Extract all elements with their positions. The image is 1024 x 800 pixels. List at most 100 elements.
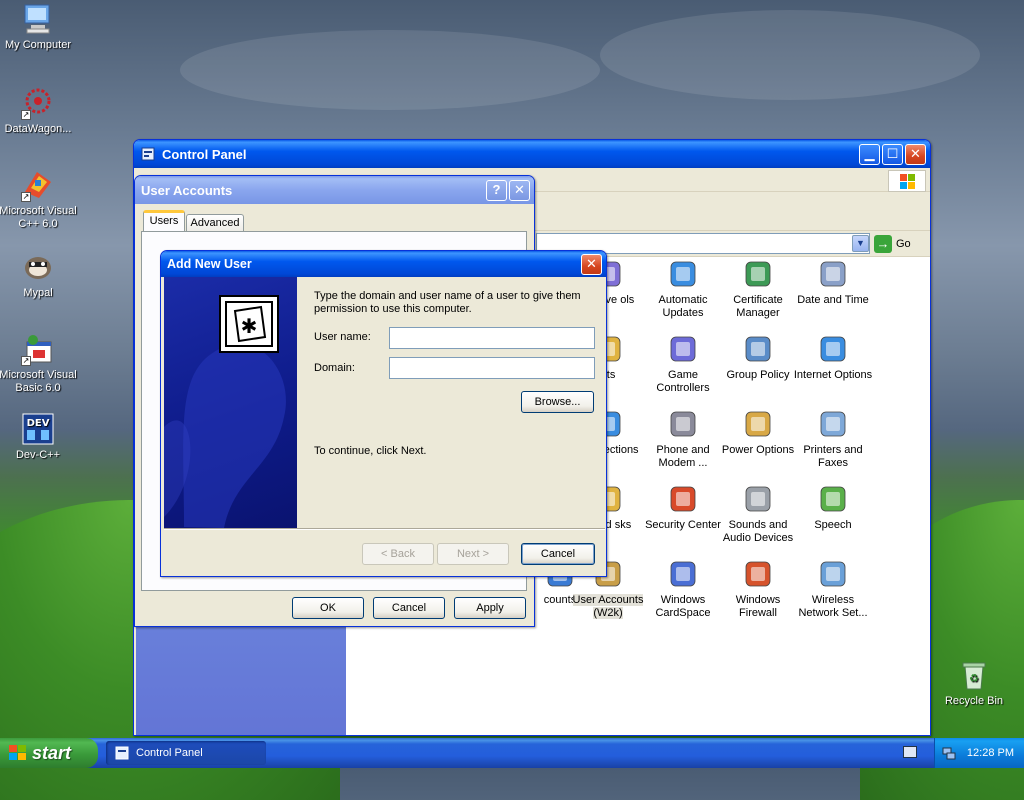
ok-button[interactable]: OK	[292, 597, 364, 619]
visual-basic-icon: ↗	[21, 332, 55, 366]
taskbar-item-control-panel[interactable]: Control Panel	[106, 741, 266, 765]
certificate-manager-icon	[742, 258, 774, 290]
user-accounts-titlebar[interactable]: User Accounts ? ✕	[135, 176, 534, 204]
desktop-icon-label: Microsoft Visual Basic 6.0	[0, 369, 77, 394]
next-button[interactable]: Next >	[437, 543, 509, 565]
wireless-network-icon	[817, 558, 849, 590]
address-dropdown-button[interactable]: ▼	[852, 235, 869, 252]
apply-button[interactable]: Apply	[454, 597, 526, 619]
domain-field[interactable]	[389, 357, 595, 379]
mypal-icon	[21, 250, 55, 284]
cp-item-label: User Accounts (W2k)	[572, 594, 644, 619]
cp-item-game-controllers[interactable]: Game Controllers	[643, 333, 723, 395]
maximize-button[interactable]: ☐	[882, 144, 903, 165]
cp-item-group-policy[interactable]: Group Policy	[718, 333, 798, 382]
cp-item-date-time[interactable]: Date and Time	[793, 258, 873, 307]
continue-text: To continue, click Next.	[314, 445, 427, 457]
tab-advanced-label: Advanced	[190, 217, 240, 229]
user-accounts-title: User Accounts	[141, 182, 233, 198]
add-new-user-title: Add New User	[167, 257, 252, 271]
username-field[interactable]	[389, 327, 595, 349]
clock[interactable]: 12:28 PM	[967, 747, 1014, 759]
recycle-bin-icon: ♻	[957, 658, 991, 692]
minimize-icon: ▁	[864, 146, 875, 161]
cp-item-label: Internet Options	[793, 369, 873, 381]
cp-item-sounds-audio[interactable]: Sounds and Audio Devices	[718, 483, 798, 545]
back-label: < Back	[381, 548, 415, 560]
cp-item-internet-options[interactable]: Internet Options	[793, 333, 873, 382]
wizard-separator	[164, 528, 605, 530]
desktop-icon-label: DataWagon...	[4, 123, 72, 135]
close-button[interactable]: ✕	[581, 254, 602, 275]
user-key-icon: ✱	[219, 295, 279, 353]
network-tray-icon[interactable]	[941, 745, 957, 761]
windows-logo-icon	[8, 744, 28, 762]
svg-text:✱: ✱	[241, 314, 258, 338]
cp-item-label: Date and Time	[797, 294, 869, 306]
cp-item-power-options[interactable]: Power Options	[718, 408, 798, 457]
start-button[interactable]: start	[0, 738, 98, 768]
desktop-icon-label: Microsoft Visual C++ 6.0	[0, 205, 77, 230]
game-controllers-icon	[667, 333, 699, 365]
desktop-icon-visual-cpp[interactable]: ↗ Microsoft Visual C++ 6.0	[0, 168, 78, 231]
windows-flag-logo	[888, 170, 926, 192]
cp-item-printers-faxes[interactable]: Printers and Faxes	[793, 408, 873, 470]
chevron-down-icon: ▼	[856, 238, 865, 248]
cp-item-security-center[interactable]: Security Center	[643, 483, 723, 532]
close-button[interactable]: ✕	[905, 144, 926, 165]
taskbar-item-label: Control Panel	[136, 747, 203, 759]
security-center-icon	[667, 483, 699, 515]
phone-modem-icon	[667, 408, 699, 440]
group-policy-icon	[742, 333, 774, 365]
back-button[interactable]: < Back	[362, 543, 434, 565]
next-label: Next >	[456, 548, 490, 560]
desktop-icon-datawagon[interactable]: ↗ DataWagon...	[0, 86, 78, 136]
tab-users[interactable]: Users	[143, 210, 185, 232]
system-tray: 12:28 PM	[934, 738, 1024, 768]
cancel-label: Cancel	[391, 602, 427, 614]
desktop-icon-dev-cpp[interactable]: DEV Dev-C++	[0, 412, 78, 462]
help-button[interactable]: ?	[486, 180, 507, 201]
username-label: User name:	[314, 331, 371, 343]
close-button[interactable]: ✕	[509, 180, 530, 201]
desktop-icon-mypal[interactable]: Mypal	[0, 250, 78, 300]
go-button[interactable]: → Go	[874, 234, 924, 254]
date-time-icon	[817, 258, 849, 290]
maximize-icon: ☐	[886, 146, 899, 161]
datawagon-icon: ↗	[21, 86, 55, 120]
control-panel-titlebar[interactable]: Control Panel ▁ ☐ ✕	[134, 140, 930, 168]
windows-cardspace-icon	[667, 558, 699, 590]
cp-item-wireless-network[interactable]: Wireless Network Set...	[793, 558, 873, 620]
browse-label: Browse...	[534, 396, 581, 408]
desktop-icon-label: My Computer	[4, 39, 72, 51]
taskbar: start Control Panel 12:28 PM	[0, 738, 1024, 768]
desktop-icon-label: Dev-C++	[15, 449, 61, 461]
control-panel-window-icon	[140, 146, 156, 162]
cp-item-speech[interactable]: Speech	[793, 483, 873, 532]
cancel-button[interactable]: Cancel	[373, 597, 445, 619]
keyboard-tray-icon[interactable]	[903, 746, 917, 758]
add-new-user-dialog: Add New User ✕ ✱ Type the domain and use…	[160, 250, 607, 577]
cp-item-phone-modem[interactable]: Phone and Modem ...	[643, 408, 723, 470]
tab-advanced[interactable]: Advanced	[186, 214, 244, 232]
dev-cpp-icon: DEV	[21, 412, 55, 446]
cp-item-label: Security Center	[645, 519, 721, 531]
cp-item-certificate-manager[interactable]: Certificate Manager	[718, 258, 798, 320]
desktop-icon-my-computer[interactable]: My Computer	[0, 2, 78, 52]
add-new-user-titlebar[interactable]: Add New User ✕	[161, 251, 606, 277]
shortcut-arrow-icon: ↗	[21, 192, 31, 202]
cp-item-label: Automatic Updates	[658, 294, 708, 319]
minimize-button[interactable]: ▁	[859, 144, 880, 165]
desktop-icon-recycle-bin[interactable]: ♻ Recycle Bin	[934, 658, 1014, 708]
desktop-icon-label: Mypal	[23, 287, 53, 299]
cp-item-automatic-updates[interactable]: Automatic Updates	[643, 258, 723, 320]
cp-item-windows-firewall[interactable]: Windows Firewall	[718, 558, 798, 620]
intro-text: Type the domain and user name of a user …	[314, 290, 581, 315]
windows-firewall-icon	[742, 558, 774, 590]
desktop-icon-visual-basic[interactable]: ↗ Microsoft Visual Basic 6.0	[0, 332, 78, 395]
cp-item-label: Certificate Manager	[733, 294, 783, 319]
browse-button[interactable]: Browse...	[521, 391, 594, 413]
shortcut-arrow-icon: ↗	[21, 356, 31, 366]
wizard-cancel-button[interactable]: Cancel	[521, 543, 595, 565]
cp-item-windows-cardspace[interactable]: Windows CardSpace	[643, 558, 723, 620]
